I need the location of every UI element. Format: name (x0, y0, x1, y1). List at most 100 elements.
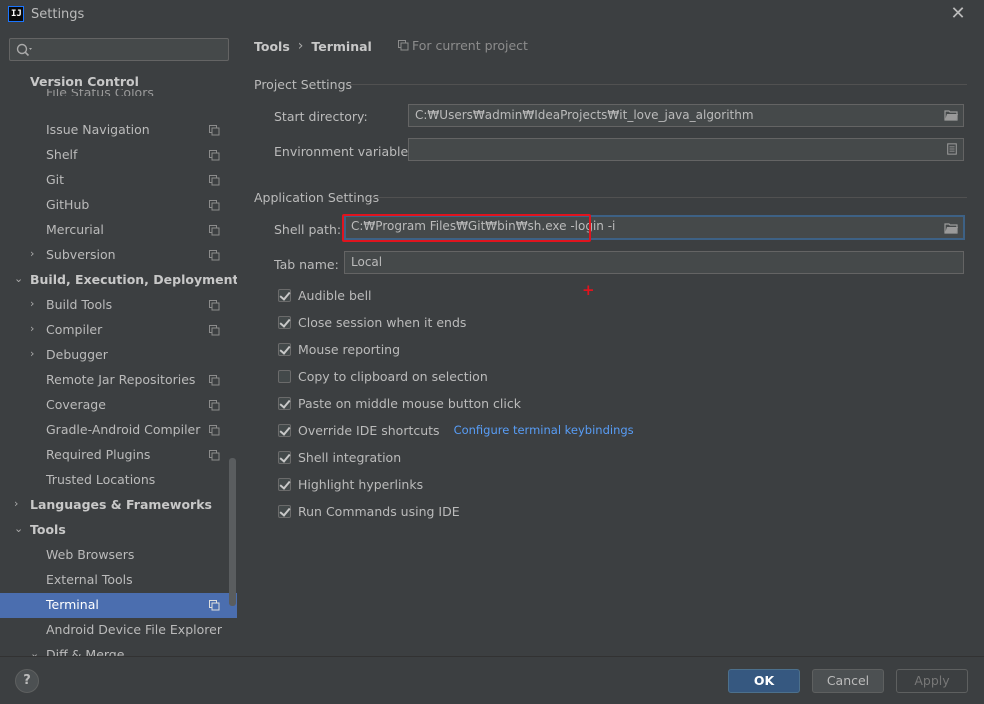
sidebar-item-label: Mercurial (46, 222, 104, 237)
folder-icon[interactable] (944, 109, 958, 121)
sidebar-section-version-control[interactable]: Version Control (30, 74, 139, 89)
shell-path-label: Shell path: (274, 222, 342, 237)
project-scope-icon (209, 300, 220, 311)
sidebar-item-external-tools[interactable]: External Tools (0, 568, 237, 593)
checkbox[interactable] (278, 315, 291, 329)
sidebar-item-shelf[interactable]: Shelf (0, 143, 237, 168)
chevron-down-icon[interactable]: ⌄ (14, 523, 24, 534)
chevron-right-icon[interactable]: › (30, 298, 40, 309)
application-settings-title: Application Settings (254, 190, 380, 205)
help-button[interactable]: ? (15, 669, 39, 693)
option-highlight-hyperlinks[interactable]: Highlight hyperlinks (278, 475, 423, 493)
sidebar-item-git[interactable]: Git (0, 168, 237, 193)
checkbox[interactable] (278, 288, 291, 302)
sidebar-item-build-tools[interactable]: › Build Tools (0, 293, 237, 318)
env-variables-field[interactable] (408, 138, 964, 161)
checkbox-label: Copy to clipboard on selection (298, 368, 488, 384)
checkbox-label: Close session when it ends (298, 314, 467, 330)
settings-search-input[interactable] (36, 41, 224, 58)
sidebar-item-label: Build, Execution, Deployment (30, 272, 237, 287)
project-scope-icon (209, 200, 220, 211)
sidebar-item-build-execution-deployment[interactable]: ⌄ Build, Execution, Deployment (0, 268, 237, 293)
checkbox[interactable] (278, 396, 291, 410)
option-shell-integration[interactable]: Shell integration (278, 448, 401, 466)
sidebar-item-required-plugins[interactable]: Required Plugins (0, 443, 237, 468)
start-directory-field[interactable]: C:₩Users₩admin₩IdeaProjects₩it_love_java… (408, 104, 964, 127)
project-scope-icon (209, 175, 220, 186)
sidebar-item-remote-jar-repositories[interactable]: Remote Jar Repositories (0, 368, 237, 393)
sidebar-item-tools[interactable]: ⌄ Tools (0, 518, 237, 543)
option-audible-bell[interactable]: Audible bell (278, 286, 372, 304)
sidebar-item-compiler[interactable]: › Compiler (0, 318, 237, 343)
start-directory-label: Start directory: (274, 109, 368, 124)
project-scope-icon (209, 325, 220, 336)
breadcrumb-terminal: Terminal (311, 38, 372, 54)
sidebar-item-languages-frameworks[interactable]: › Languages & Frameworks (0, 493, 237, 518)
apply-button[interactable]: Apply (896, 669, 968, 693)
settings-search[interactable] (9, 38, 229, 61)
option-run-commands-using-ide[interactable]: Run Commands using IDE (278, 502, 460, 520)
option-paste-on-middle-mouse-button-click[interactable]: Paste on middle mouse button click (278, 394, 521, 412)
sidebar-item-label: Languages & Frameworks (30, 497, 212, 512)
annotation-highlight-box (342, 214, 591, 242)
sidebar-item-mercurial[interactable]: Mercurial (0, 218, 237, 243)
project-settings-title: Project Settings (254, 77, 353, 92)
checkbox-label: Shell integration (298, 449, 402, 465)
project-scope-icon (209, 250, 220, 261)
sidebar-item-coverage[interactable]: Coverage (0, 393, 237, 418)
checkbox[interactable] (278, 504, 291, 518)
section-divider (371, 197, 967, 198)
configure-keybindings-link[interactable]: Configure terminal keybindings (454, 423, 634, 437)
option-mouse-reporting[interactable]: Mouse reporting (278, 340, 400, 358)
sidebar-scrollbar[interactable] (229, 458, 236, 606)
section-divider (348, 84, 967, 85)
option-copy-to-clipboard-on-selection[interactable]: Copy to clipboard on selection (278, 367, 488, 385)
checkbox-label: Audible bell (298, 287, 372, 303)
option-override-ide-shortcuts[interactable]: Override IDE shortcuts Configure terminal… (278, 421, 634, 439)
project-scope-icon (209, 400, 220, 411)
checkbox[interactable] (278, 477, 291, 491)
sidebar-item-label: Remote Jar Repositories (46, 372, 196, 387)
start-directory-value: C:₩Users₩admin₩IdeaProjects₩it_love_java… (415, 108, 754, 122)
sidebar-item-android-device-file-explorer[interactable]: Android Device File Explorer (0, 618, 237, 643)
chevron-right-icon[interactable]: › (30, 248, 40, 259)
chevron-down-icon[interactable]: ⌄ (30, 648, 40, 656)
settings-content: Tools › Terminal For current project Pro… (237, 30, 984, 656)
chevron-right-icon[interactable]: › (30, 348, 40, 359)
tab-name-field[interactable]: Local (344, 251, 964, 274)
sidebar-item-subversion[interactable]: › Subversion (0, 243, 237, 268)
project-scope-icon (209, 125, 220, 136)
checkbox[interactable] (278, 342, 291, 356)
search-icon (16, 43, 32, 57)
checkbox[interactable] (278, 450, 291, 464)
project-scope-icon (209, 450, 220, 461)
scope-label: For current project (398, 38, 528, 53)
document-icon[interactable] (946, 143, 958, 155)
chevron-down-icon[interactable]: ⌄ (14, 273, 24, 284)
folder-icon[interactable] (944, 222, 958, 234)
breadcrumb: Tools › Terminal (254, 38, 372, 54)
chevron-right-icon[interactable]: › (30, 323, 40, 334)
sidebar-item-web-browsers[interactable]: Web Browsers (0, 543, 237, 568)
ok-button[interactable]: OK (728, 669, 800, 693)
sidebar-item-diff-merge[interactable]: ⌄ Diff & Merge (0, 643, 237, 656)
sidebar-item-terminal[interactable]: Terminal (0, 593, 237, 618)
cancel-button[interactable]: Cancel (812, 669, 884, 693)
sidebar-item-label: Issue Navigation (46, 122, 150, 137)
scope-text: For current project (412, 38, 528, 53)
breadcrumb-separator: › (297, 38, 304, 54)
checkbox[interactable] (278, 369, 291, 383)
sidebar-item-issue-navigation[interactable]: Issue Navigation (0, 118, 237, 143)
sidebar-item-trusted-locations[interactable]: Trusted Locations (0, 468, 237, 493)
sidebar-item-github[interactable]: GitHub (0, 193, 237, 218)
chevron-right-icon[interactable]: › (14, 498, 24, 509)
checkbox[interactable] (278, 423, 291, 437)
breadcrumb-tools[interactable]: Tools (254, 39, 290, 54)
sidebar-item-label: Debugger (46, 347, 108, 362)
sidebar-item-debugger[interactable]: › Debugger (0, 343, 237, 368)
sidebar-item-gradle-android-compiler[interactable]: Gradle-Android Compiler (0, 418, 237, 443)
option-close-session-when-it-ends[interactable]: Close session when it ends (278, 313, 466, 331)
close-button[interactable]: ✕ (948, 3, 968, 25)
checkbox-label: Mouse reporting (298, 341, 401, 357)
project-scope-icon (209, 375, 220, 386)
